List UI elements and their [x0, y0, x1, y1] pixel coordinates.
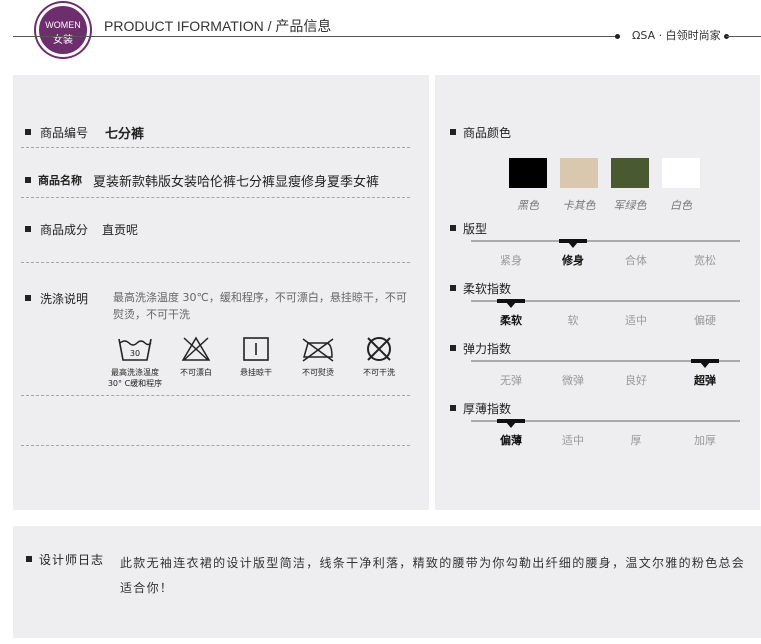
color-label-khaki: 卡其色 [562, 199, 596, 212]
designer-label: 设计师日志 [39, 553, 105, 567]
designer-text: 此款无袖连衣裙的设计版型简洁，线条干净利落，精致的腰带为你勾勒出纤细的腰身，温文… [120, 556, 746, 595]
women-badge: WOMEN 女装 [36, 3, 90, 57]
washing-label: 洗涤说明 [40, 292, 89, 306]
scale-option: 加厚 [694, 434, 716, 447]
scale-option: 宽松 [694, 254, 716, 267]
product-code-value: 七分裤 [105, 127, 145, 142]
bullet-icon [450, 225, 456, 231]
page-header: WOMEN 女装 PRODUCT IFORMATION / 产品信息 ΩSA ·… [0, 0, 761, 60]
bullet-icon [25, 226, 31, 232]
color-swatch-khaki[interactable] [560, 158, 598, 188]
scale-option: 微弹 [562, 374, 584, 387]
scale-option: 厚 [630, 434, 642, 447]
no-dry-clean-icon [367, 337, 391, 361]
scale-label: 柔软指数 [463, 282, 512, 296]
badge-bottom-text: 女装 [53, 35, 73, 46]
no-iron-caption: 不可熨烫 [302, 368, 334, 377]
scale-option: 偏硬 [694, 314, 716, 327]
scale-option: 适中 [562, 434, 584, 447]
wash-30-icon: 30 [118, 338, 152, 361]
scale-option: 无弹 [500, 374, 522, 387]
scale-option: 修身 [562, 254, 584, 267]
scale-option: 适中 [625, 314, 647, 327]
scale-pointer-icon [506, 422, 516, 428]
colors-label: 商品颜色 [463, 126, 512, 140]
no-dry-clean-caption: 不可干洗 [363, 368, 395, 377]
color-swatch-white[interactable] [662, 158, 700, 188]
no-iron-icon [302, 338, 334, 362]
page-title: PRODUCT IFORMATION / 产品信息 [104, 18, 332, 34]
bullet-icon [26, 556, 32, 562]
wash-temp-text: 30 [130, 349, 140, 358]
color-label-army-green: 军绿色 [613, 199, 647, 212]
bullet-icon [25, 129, 31, 135]
scale-pointer-icon [700, 362, 710, 368]
bullet-icon [450, 345, 456, 351]
scale-track [471, 240, 740, 242]
scale-option: 偏薄 [500, 434, 522, 447]
divider [21, 445, 410, 446]
scale-option: 紧身 [500, 254, 522, 267]
header-divider-right [726, 36, 761, 37]
bullet-icon [25, 295, 31, 301]
scale-option: 超弹 [694, 374, 716, 387]
scale-option: 柔软 [500, 314, 522, 327]
product-attributes-panel: 商品颜色 黑色 卡其色 军绿色 白色 版型 紧身 修身 合体 宽松 柔软指数 柔软软适中 偏硬… [435, 75, 760, 510]
divider [21, 262, 410, 263]
product-name-value: 夏装新款韩版女装哈伦裤七分裤显瘦修身夏季女裤 [93, 175, 380, 190]
product-code-label: 商品编号 [40, 126, 89, 140]
divider [21, 395, 410, 396]
scale-option: 软 [567, 314, 579, 327]
scale-option: 合体 [625, 254, 647, 267]
color-swatch-army-green[interactable] [611, 158, 649, 188]
color-label-white: 白色 [670, 199, 692, 212]
no-bleach-caption: 不可漂白 [180, 368, 212, 377]
scale-label: 弹力指数 [463, 342, 512, 356]
header-dot-left [615, 34, 620, 39]
product-name-label: 商品名称 [38, 174, 82, 187]
product-info-panel: 商品编号 七分裤 商品名称 夏装新款韩版女装哈伦裤七分裤显瘦修身夏季女裤 商品成… [13, 75, 429, 510]
scale-option: 良好 [625, 374, 647, 387]
wash-30-caption: 最高洗涤温度 30° C缓和程序 [107, 368, 163, 388]
header-divider [13, 36, 618, 37]
washing-description: 最高洗涤温度 30℃，缓和程序，不可漂白，悬挂晾干，不可熨烫，不可干洗 [113, 291, 407, 321]
designer-notes-panel: 设计师日志 此款无袖连衣裙的设计版型简洁，线条干净利落，精致的腰带为你勾勒出纤细… [13, 526, 761, 638]
bullet-icon [450, 285, 456, 291]
no-bleach-icon [181, 336, 211, 361]
divider [21, 147, 410, 148]
hang-dry-icon [243, 337, 269, 361]
bullet-icon [450, 129, 456, 135]
scale-label: 厚薄指数 [463, 402, 512, 416]
hang-dry-caption: 悬挂晾干 [240, 368, 272, 377]
scale-pointer-icon [568, 242, 578, 248]
color-swatch-black[interactable] [509, 158, 547, 188]
bullet-icon [450, 405, 456, 411]
material-value: 直贡呢 [102, 223, 139, 237]
scale-label: 版型 [463, 222, 488, 236]
color-label-black: 黑色 [517, 199, 539, 212]
divider [21, 197, 410, 198]
material-label: 商品成分 [40, 223, 89, 237]
brand-name: ΩSA · 白领时尚家 [632, 29, 721, 42]
scale-pointer-icon [506, 302, 516, 308]
bullet-icon [25, 177, 31, 183]
badge-top-text: WOMEN [45, 20, 81, 30]
